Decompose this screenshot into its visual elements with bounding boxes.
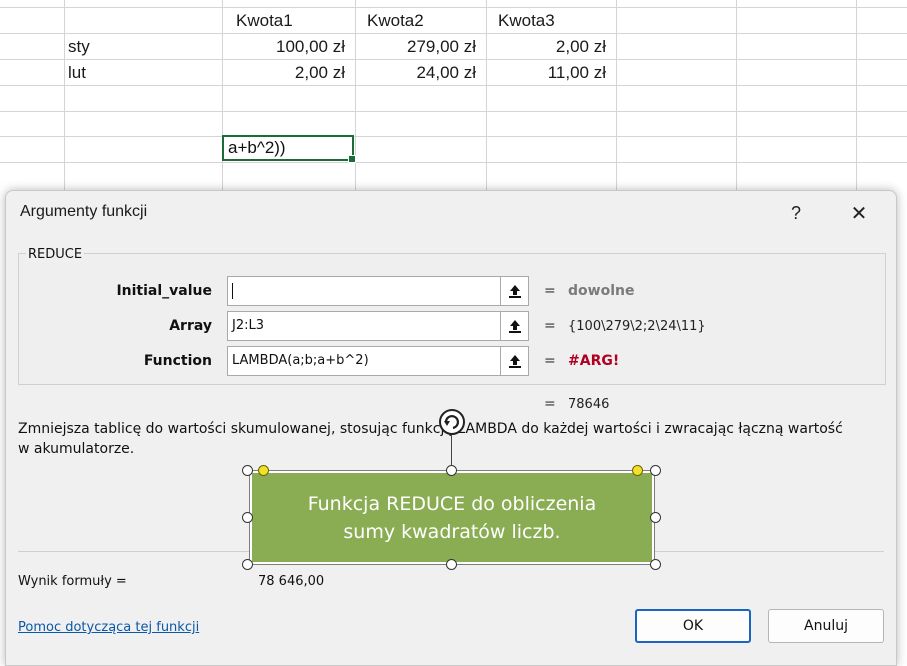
fill-handle[interactable] xyxy=(348,155,356,163)
initial-value-input[interactable] xyxy=(227,276,501,306)
initial-value-result: dowolne xyxy=(568,283,635,299)
row-label-sty[interactable]: sty xyxy=(68,34,90,60)
header-cell-kwota1[interactable]: Kwota1 xyxy=(236,8,293,34)
overall-result: 78646 xyxy=(568,397,610,412)
table-cell[interactable]: 24,00 zł xyxy=(355,60,476,86)
function-input[interactable]: LAMBDA(a;b;a+b^2) xyxy=(227,346,501,376)
resize-handle[interactable] xyxy=(446,465,457,476)
active-cell-text: a+b^2)) xyxy=(228,138,286,157)
cancel-button[interactable]: Anuluj xyxy=(768,609,884,643)
table-cell[interactable]: 100,00 zł xyxy=(222,34,345,60)
function-result: #ARG! xyxy=(568,353,620,369)
upload-arrow-icon xyxy=(508,355,521,368)
collapse-dialog-button[interactable] xyxy=(500,311,529,341)
table-cell[interactable]: 2,00 zł xyxy=(222,60,345,86)
table-cell[interactable]: 279,00 zł xyxy=(355,34,476,60)
resize-handle[interactable] xyxy=(650,512,661,523)
initial-value-label: Initial_value xyxy=(116,283,212,299)
active-cell[interactable]: a+b^2)) xyxy=(222,135,356,163)
equals-sign: = xyxy=(544,283,556,299)
callout-text: Funkcja REDUCE do obliczenia sumy kwadra… xyxy=(307,492,597,543)
array-result: {100\279\2;2\24\11} xyxy=(568,319,706,334)
callout-shape[interactable]: Funkcja REDUCE do obliczenia sumy kwadra… xyxy=(249,470,655,565)
gridline xyxy=(0,111,907,112)
function-help-link[interactable]: Pomoc dotycząca tej funkcji xyxy=(18,620,199,635)
upload-arrow-icon xyxy=(508,285,521,298)
table-cell[interactable]: 11,00 zł xyxy=(486,60,606,86)
table-cell[interactable]: 2,00 zł xyxy=(486,34,606,60)
row-label-lut[interactable]: lut xyxy=(68,60,86,86)
collapse-dialog-button[interactable] xyxy=(500,276,529,306)
formula-result-label: Wynik formuły = xyxy=(18,574,127,589)
equals-sign: = xyxy=(544,353,556,369)
function-label: Function xyxy=(143,353,212,369)
function-name-label: REDUCE xyxy=(26,247,85,262)
gridline xyxy=(0,162,907,163)
equals-sign: = xyxy=(544,318,556,334)
help-button[interactable]: ? xyxy=(781,199,811,227)
resize-handle[interactable] xyxy=(242,465,253,476)
equals-sign: = xyxy=(544,396,556,412)
adjust-handle[interactable] xyxy=(258,465,269,476)
resize-handle[interactable] xyxy=(446,559,457,570)
dialog-title: Argumenty funkcji xyxy=(20,203,148,220)
resize-handle[interactable] xyxy=(650,559,661,570)
formula-result-value: 78 646,00 xyxy=(258,574,325,589)
array-label: Array xyxy=(169,318,212,334)
array-input[interactable]: J2:L3 xyxy=(227,311,501,341)
adjust-handle[interactable] xyxy=(632,465,643,476)
close-icon[interactable]: ✕ xyxy=(844,199,874,227)
ok-button[interactable]: OK xyxy=(635,609,751,643)
rotate-handle-icon[interactable] xyxy=(438,408,466,436)
header-cell-kwota2[interactable]: Kwota2 xyxy=(367,8,424,34)
collapse-dialog-button[interactable] xyxy=(500,346,529,376)
resize-handle[interactable] xyxy=(242,559,253,570)
resize-handle[interactable] xyxy=(242,512,253,523)
header-cell-kwota3[interactable]: Kwota3 xyxy=(498,8,555,34)
gridline xyxy=(0,136,907,137)
upload-arrow-icon xyxy=(508,320,521,333)
resize-handle[interactable] xyxy=(650,465,661,476)
text-caret xyxy=(232,282,233,299)
gridline xyxy=(0,7,907,8)
